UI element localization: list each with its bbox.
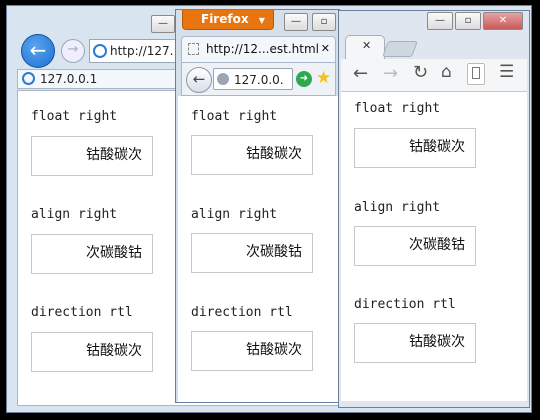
- firefox-menu-label: Firefox: [201, 12, 249, 26]
- demo-box: 钴酸碳次: [191, 135, 313, 175]
- ie-address-text: http://127.: [110, 44, 174, 58]
- page-icon: [188, 43, 199, 55]
- tab-close-icon[interactable]: ✕: [362, 39, 371, 52]
- demo-box: 钴酸碳次: [191, 331, 313, 371]
- chrome-tab[interactable]: ✕: [345, 35, 385, 59]
- home-icon[interactable]: ⌂: [441, 62, 452, 82]
- firefox-maximize-button[interactable]: ▫: [312, 13, 336, 31]
- ie-page-icon: [93, 44, 107, 58]
- go-icon[interactable]: ➜: [296, 71, 312, 87]
- firefox-address-text: 127.0.0.: [234, 73, 284, 87]
- firefox-nav-bar: ← 127.0.0. ➜ ★: [181, 62, 336, 96]
- forward-icon[interactable]: →: [61, 39, 85, 63]
- firefox-content: float right 钴酸碳次 align right 次碳酸钴 direct…: [178, 96, 339, 402]
- section-label: align right: [354, 200, 441, 215]
- firefox-window: Firefox ▼ — ▫ http://12...est.html ✕ ← 1…: [175, 9, 340, 403]
- section-label: direction rtl: [191, 305, 293, 320]
- section-label: float right: [31, 109, 118, 124]
- section-label: direction rtl: [31, 305, 133, 320]
- ie-minimize-button[interactable]: —: [151, 15, 175, 33]
- bookmark-star-icon[interactable]: ★: [316, 68, 331, 88]
- demo-box: 次碳酸钴: [354, 226, 476, 266]
- section-label: float right: [354, 101, 441, 116]
- section-label: float right: [191, 109, 278, 124]
- new-tab-button[interactable]: [382, 41, 418, 57]
- chrome-minimize-button[interactable]: —: [427, 12, 453, 30]
- chrome-maximize-button[interactable]: ▫: [455, 12, 481, 30]
- chrome-close-button[interactable]: ✕: [483, 12, 523, 30]
- demo-box: 次碳酸钴: [31, 234, 153, 274]
- chrome-toolbar: ← → ↻ ⌂ ☰: [341, 59, 527, 92]
- page-icon[interactable]: [467, 63, 485, 85]
- dropdown-arrow-icon: ▼: [258, 16, 265, 25]
- chrome-content: float right 钴酸碳次 align right 次碳酸钴 direct…: [341, 92, 527, 401]
- chrome-window: — ▫ ✕ ✕ ← → ↻ ⌂ ☰ float right 钴酸碳次 align…: [338, 10, 530, 408]
- demo-box: 钴酸碳次: [354, 323, 476, 363]
- back-icon[interactable]: ←: [186, 67, 212, 93]
- demo-box: 次碳酸钴: [191, 233, 313, 273]
- firefox-tab-title: http://12...est.html: [206, 42, 319, 56]
- globe-icon: [217, 73, 229, 85]
- menu-icon[interactable]: ☰: [499, 62, 514, 82]
- back-icon[interactable]: ←: [353, 63, 368, 84]
- ie-tab-icon: [22, 72, 35, 85]
- demo-box: 钴酸碳次: [354, 128, 476, 168]
- firefox-menu-button[interactable]: Firefox ▼: [182, 10, 274, 30]
- back-icon[interactable]: ←: [21, 34, 55, 68]
- firefox-address-bar[interactable]: 127.0.0.: [213, 68, 293, 90]
- section-label: direction rtl: [354, 297, 456, 312]
- forward-icon[interactable]: →: [383, 63, 398, 84]
- tab-close-icon[interactable]: ✕: [321, 37, 330, 61]
- firefox-minimize-button[interactable]: —: [284, 13, 308, 31]
- firefox-tab[interactable]: http://12...est.html ✕: [181, 36, 336, 62]
- section-label: align right: [191, 207, 278, 222]
- section-label: align right: [31, 207, 118, 222]
- ie-address-bar[interactable]: http://127.: [89, 39, 189, 63]
- ie-tab-title: 127.0.0.1: [40, 72, 98, 86]
- reload-icon[interactable]: ↻: [413, 62, 428, 83]
- demo-box: 钴酸碳次: [31, 332, 153, 372]
- ie-tab[interactable]: 127.0.0.1: [17, 69, 177, 89]
- demo-box: 钴酸碳次: [31, 136, 153, 176]
